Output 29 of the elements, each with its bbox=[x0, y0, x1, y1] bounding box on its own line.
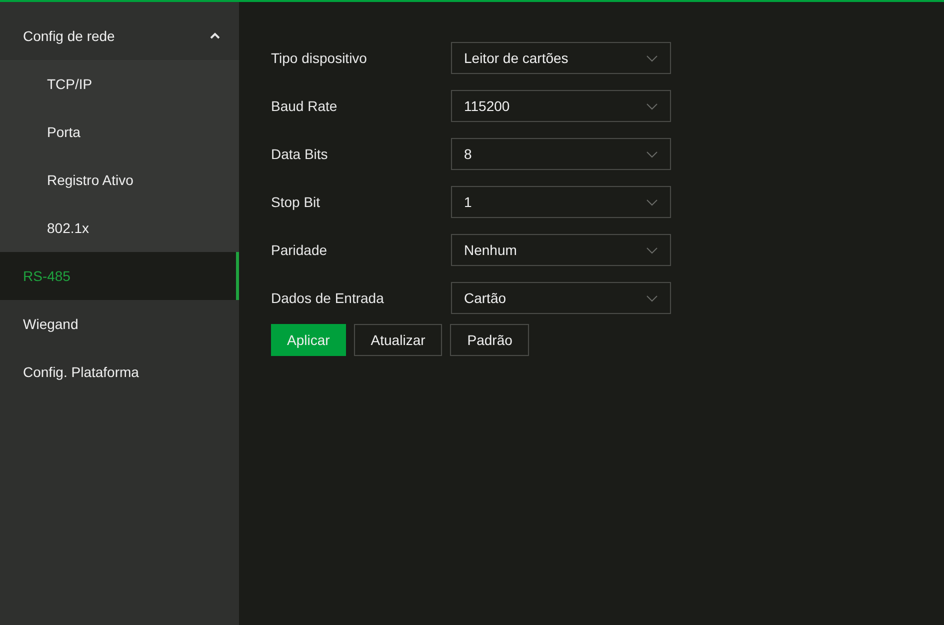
chevron-down-icon bbox=[646, 150, 658, 158]
menu-item[interactable]: Wiegand bbox=[0, 300, 239, 348]
field-label: Stop Bit bbox=[271, 193, 322, 212]
chevron-down-icon bbox=[646, 54, 658, 62]
menu-item[interactable]: RS-485 bbox=[0, 252, 239, 300]
dropdown[interactable]: Leitor de cartões bbox=[451, 42, 671, 74]
field-label: Tipo dispositivo bbox=[271, 49, 368, 68]
submenu-item[interactable]: 802.1x bbox=[0, 204, 239, 252]
field-label: Baud Rate bbox=[271, 97, 338, 116]
chevron-down-icon bbox=[646, 246, 658, 254]
menu-item[interactable]: Config. Plataforma bbox=[0, 348, 239, 396]
field-label: Paridade bbox=[271, 241, 328, 260]
secondary-button[interactable]: Atualizar bbox=[354, 324, 442, 356]
dropdown[interactable]: 115200 bbox=[451, 90, 671, 122]
menu-item[interactable]: Config de rede bbox=[0, 12, 239, 60]
field-label: Data Bits bbox=[271, 145, 329, 164]
dropdown[interactable]: Cartão bbox=[451, 282, 671, 314]
chevron-up-icon bbox=[209, 32, 221, 40]
chevron-down-icon bbox=[646, 294, 658, 302]
submenu-item[interactable]: TCP/IP bbox=[0, 60, 239, 108]
dropdown[interactable]: 8 bbox=[451, 138, 671, 170]
chevron-down-icon bbox=[646, 198, 658, 206]
field-label: Dados de Entrada bbox=[271, 289, 385, 308]
secondary-button[interactable]: Padrão bbox=[450, 324, 530, 356]
submenu-item[interactable]: Registro Ativo bbox=[0, 156, 239, 204]
submenu-item[interactable]: Porta bbox=[0, 108, 239, 156]
dropdown[interactable]: Nenhum bbox=[451, 234, 671, 266]
dropdown[interactable]: 1 bbox=[451, 186, 671, 218]
chevron-down-icon bbox=[646, 102, 658, 110]
